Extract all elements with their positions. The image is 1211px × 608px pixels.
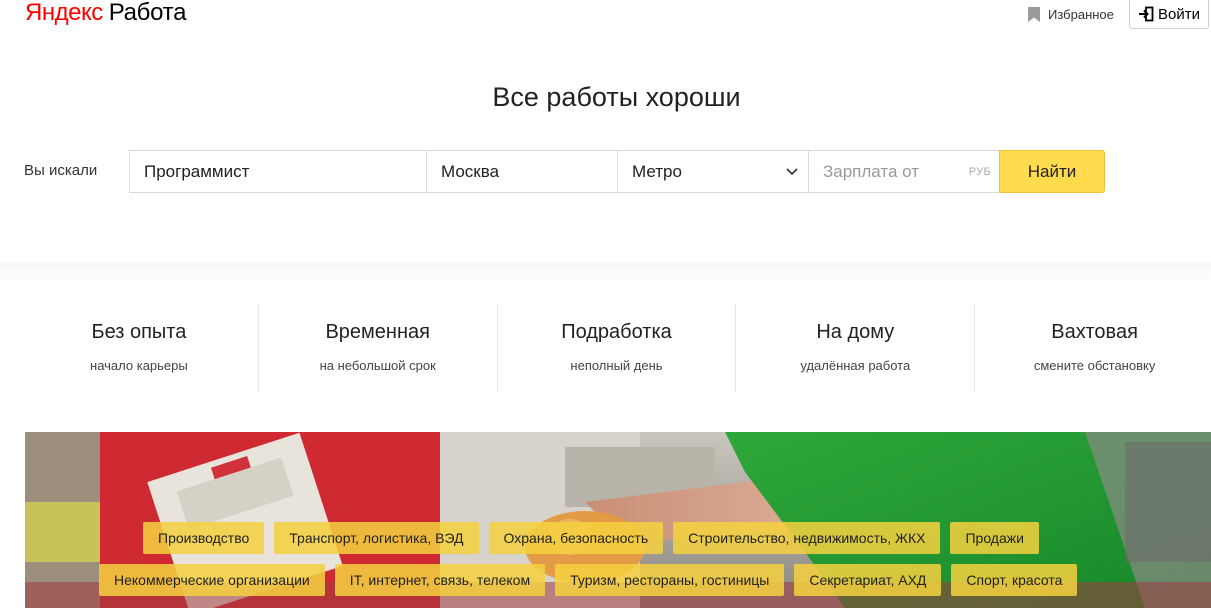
industry-tag[interactable]: Транспорт, логистика, ВЭД	[274, 522, 479, 554]
salary-input[interactable]	[823, 161, 969, 182]
login-icon	[1139, 6, 1154, 22]
employment-type-title: На дому	[816, 321, 895, 343]
query-input[interactable]	[144, 161, 426, 182]
industry-tag[interactable]: Секретариат, АХД	[794, 564, 942, 596]
logo-rabota-text: Работа	[108, 0, 187, 26]
search-label: Вы искали	[24, 162, 98, 179]
employment-type-subtitle: на небольшой срок	[319, 358, 436, 373]
employment-type-part-time[interactable]: Подработка неполный день	[498, 304, 737, 392]
employment-type-temporary[interactable]: Временная на небольшой срок	[259, 304, 498, 392]
employment-type-subtitle: удалённая работа	[800, 358, 911, 373]
industry-tags-row: Производство Транспорт, логистика, ВЭД О…	[143, 522, 1049, 554]
search-form: Метро РУБ Найти	[129, 150, 1105, 193]
employment-type-remote[interactable]: На дому удалённая работа	[736, 304, 976, 392]
industry-tag[interactable]: Некоммерческие организации	[99, 564, 325, 596]
industries-banner: Производство Транспорт, логистика, ВЭД О…	[25, 432, 1211, 608]
query-field[interactable]	[129, 150, 426, 193]
login-button[interactable]: Войти	[1129, 0, 1209, 29]
industry-tag[interactable]: Производство	[143, 522, 265, 554]
bookmark-icon	[1028, 6, 1040, 22]
industry-tag[interactable]: Спорт, красота	[951, 564, 1078, 596]
industry-tags: Производство Транспорт, логистика, ВЭД О…	[25, 432, 1211, 608]
metro-select[interactable]: Метро	[617, 150, 808, 193]
chevron-down-icon	[786, 167, 798, 175]
metro-select-value: Метро	[632, 161, 682, 181]
industry-tag[interactable]: Туризм, рестораны, гостиницы	[555, 564, 785, 596]
employment-type-subtitle: смените обстановку	[1033, 358, 1156, 373]
employment-type-subtitle: начало карьеры	[90, 358, 188, 373]
industry-tag[interactable]: Строительство, недвижимость, ЖКХ	[673, 522, 941, 554]
employment-type-no-experience[interactable]: Без опыта начало карьеры	[20, 304, 259, 392]
favorites-label: Избранное	[1048, 6, 1114, 22]
industry-tag[interactable]: Продажи	[950, 522, 1039, 554]
salary-field[interactable]: РУБ	[808, 150, 999, 193]
city-field[interactable]	[426, 150, 617, 193]
page-title: Все работы хороши	[492, 82, 741, 112]
employment-types: Без опыта начало карьеры Временная на не…	[20, 304, 1211, 392]
find-button[interactable]: Найти	[999, 150, 1105, 193]
favorites-link[interactable]: Избранное	[1028, 5, 1114, 23]
logo-yandex-text: Яндекс	[25, 0, 103, 26]
salary-unit: РУБ	[968, 165, 991, 178]
employment-type-title: Без опыта	[91, 321, 187, 343]
city-input[interactable]	[441, 161, 617, 182]
industry-tag[interactable]: IT, интернет, связь, телеком	[334, 564, 546, 596]
employment-type-title: Подработка	[561, 321, 672, 343]
industry-tags-row: Некоммерческие организации IT, интернет,…	[99, 564, 1087, 596]
employment-type-title: Временная	[325, 321, 430, 343]
employment-type-rotational[interactable]: Вахтовая смените обстановку	[975, 304, 1211, 392]
industry-tag[interactable]: Охрана, безопасность	[488, 522, 664, 554]
login-label: Войти	[1158, 5, 1200, 23]
employment-type-title: Вахтовая	[1051, 321, 1138, 343]
logo[interactable]: Яндекс Работа	[25, 0, 186, 28]
employment-type-subtitle: неполный день	[570, 358, 663, 373]
